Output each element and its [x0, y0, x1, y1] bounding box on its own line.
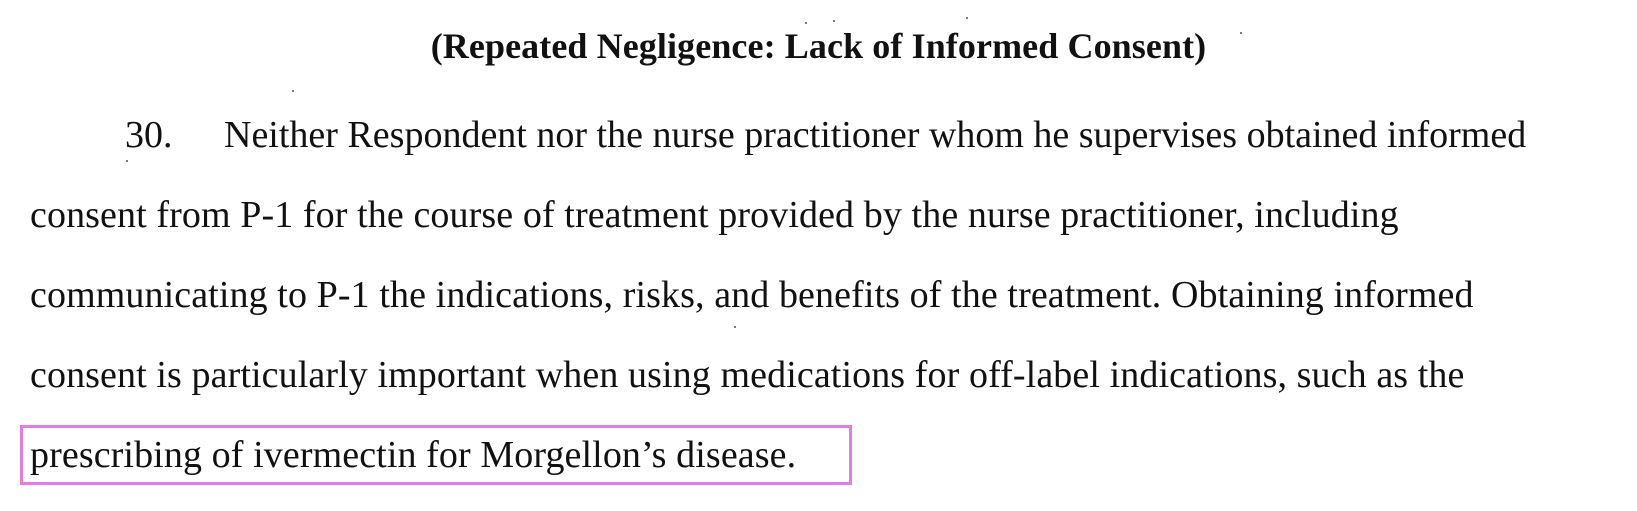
scan-speck [126, 160, 128, 162]
paragraph-number: 30. [125, 114, 173, 156]
scan-speck [734, 326, 736, 328]
scan-speck [292, 90, 294, 92]
document-page: (Repeated Negligence: Lack of Informed C… [0, 0, 1637, 511]
paragraph-line-4: consent is particularly important when u… [30, 354, 1465, 396]
scan-speck [833, 20, 835, 22]
highlight-box [20, 425, 852, 485]
scan-speck [805, 22, 807, 24]
scan-speck [966, 17, 968, 19]
paragraph-line-1: Neither Respondent nor the nurse practit… [224, 114, 1527, 156]
section-heading: (Repeated Negligence: Lack of Informed C… [430, 26, 1207, 66]
paragraph-line-2: consent from P-1 for the course of treat… [30, 194, 1399, 236]
paragraph-line-3: communicating to P-1 the indications, ri… [30, 274, 1474, 316]
scan-speck [1240, 32, 1242, 34]
